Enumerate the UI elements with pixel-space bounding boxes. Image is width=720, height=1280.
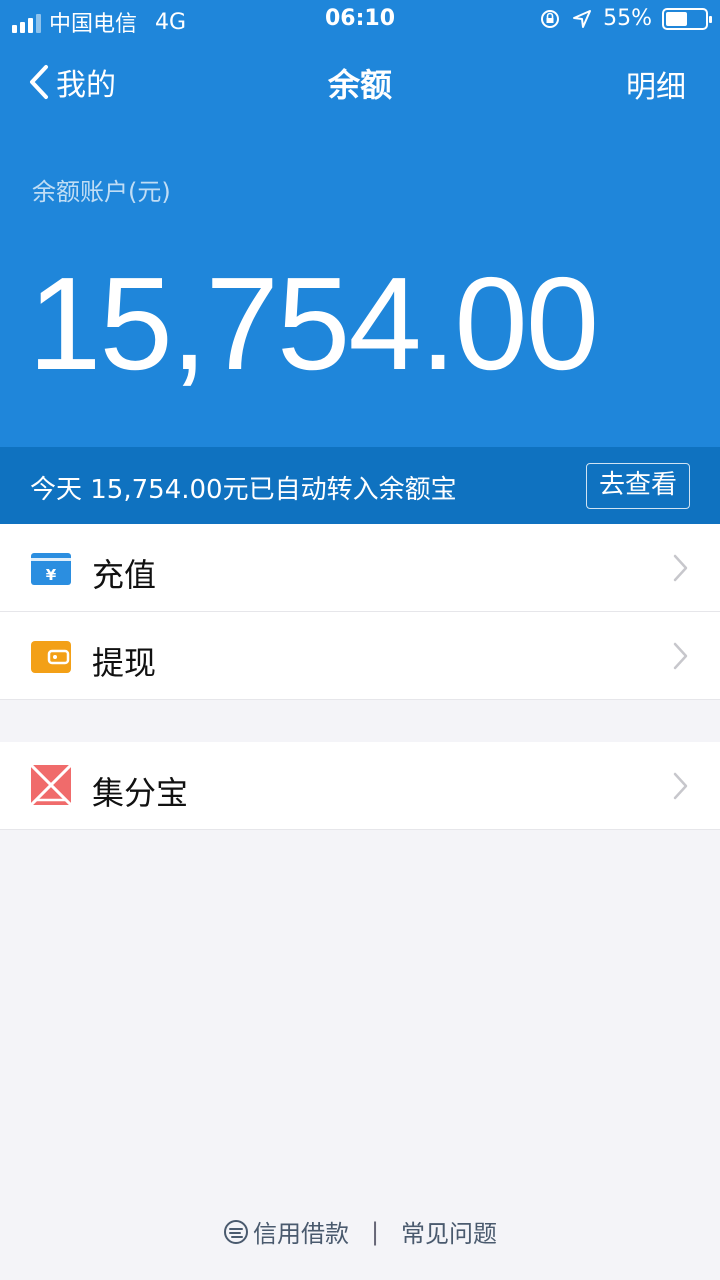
chevron-right-icon — [673, 642, 688, 670]
svg-text:¥: ¥ — [46, 566, 57, 584]
list-item-recharge[interactable]: ¥ 充值 — [0, 524, 720, 612]
auto-transfer-notice: 今天 15,754.00元已自动转入余额宝 去查看 — [0, 447, 720, 524]
footer-separator: | — [370, 1217, 380, 1246]
credit-loan-link[interactable]: 信用借款 — [223, 1214, 349, 1249]
location-icon — [573, 9, 592, 28]
list-item-label: 充值 — [92, 556, 157, 594]
credit-loan-label: 信用借款 — [252, 1220, 349, 1248]
withdraw-icon — [31, 641, 71, 673]
balance-amount: 15,754.00 — [28, 250, 599, 397]
footer: 信用借款 | 常见问题 — [0, 1214, 720, 1249]
status-bar: 中国电信 4G 06:10 55% — [0, 0, 720, 40]
faq-link[interactable]: 常见问题 — [401, 1214, 497, 1249]
view-button[interactable]: 去查看 — [586, 463, 690, 509]
list-item-jifenbao[interactable]: 集分宝 — [0, 742, 720, 830]
account-label: 余额账户(元) — [32, 178, 171, 206]
list-item-label: 提现 — [92, 644, 157, 682]
recharge-icon: ¥ — [31, 553, 71, 585]
page-title: 余额 — [327, 66, 392, 104]
chevron-right-icon — [673, 554, 688, 582]
orientation-lock-icon — [541, 9, 560, 28]
points-list: 集分宝 — [0, 742, 720, 830]
battery-fill — [666, 11, 687, 26]
balance-screen: 中国电信 4G 06:10 55% 我的 余额 明细 余额账户(元) 15,75… — [0, 0, 720, 1280]
list-item-label: 集分宝 — [92, 774, 189, 812]
battery-icon — [662, 7, 712, 30]
list-item-withdraw[interactable]: 提现 — [0, 612, 720, 700]
action-list: ¥ 充值 提现 — [0, 524, 720, 700]
credit-loan-icon — [223, 1219, 248, 1244]
header: 中国电信 4G 06:10 55% 我的 余额 明细 余额账户(元) 15,75… — [0, 0, 720, 447]
notice-text: 今天 15,754.00元已自动转入余额宝 — [30, 475, 457, 505]
chevron-right-icon — [673, 772, 688, 800]
details-button[interactable]: 明细 — [626, 62, 686, 106]
nav-bar: 我的 余额 明细 — [0, 40, 720, 120]
battery-percent: 55% — [603, 6, 652, 31]
jifenbao-icon — [30, 764, 72, 806]
